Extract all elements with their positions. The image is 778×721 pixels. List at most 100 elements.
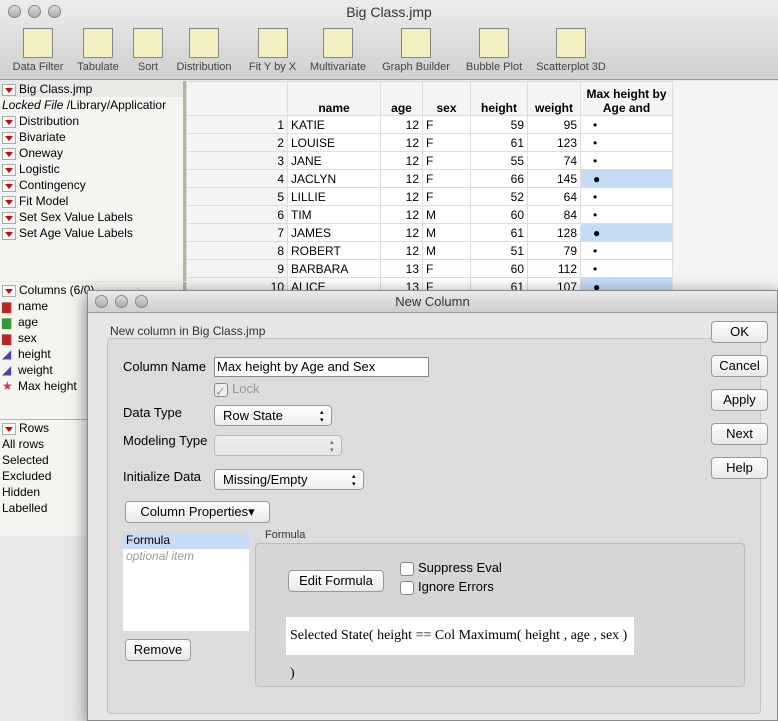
script-item[interactable]: Bivariate <box>0 129 183 145</box>
table-row[interactable]: 8 ROBERT 12 M 51 79 • <box>186 241 673 260</box>
column-header[interactable]: name <box>287 81 381 116</box>
cell[interactable]: 145 <box>527 169 581 188</box>
table-row[interactable]: 6 TIM 12 M 60 84 • <box>186 205 673 224</box>
red-triangle-icon[interactable] <box>2 163 16 176</box>
next-button[interactable]: Next <box>711 423 768 445</box>
cell[interactable]: 12 <box>380 151 423 170</box>
toolbar-sort[interactable]: Sort <box>131 28 165 73</box>
cell[interactable]: 84 <box>527 205 581 224</box>
ok-button[interactable]: OK <box>711 321 768 343</box>
column-header[interactable]: height <box>470 81 528 116</box>
cell[interactable]: 95 <box>527 115 581 134</box>
cell[interactable]: • <box>580 151 673 170</box>
table-row[interactable]: 9 BARBARA 13 F 60 112 • <box>186 259 673 278</box>
cell[interactable]: M <box>422 241 471 260</box>
script-item[interactable]: Distribution <box>0 113 183 129</box>
red-triangle-icon[interactable] <box>2 115 16 128</box>
red-triangle-icon[interactable] <box>2 211 16 224</box>
cell[interactable]: 123 <box>527 133 581 152</box>
row-number[interactable]: 8 <box>186 241 288 260</box>
apply-button[interactable]: Apply <box>711 389 768 411</box>
row-number[interactable]: 4 <box>186 169 288 188</box>
toolbar-bubble-plot[interactable]: Bubble Plot <box>462 28 526 73</box>
cell[interactable]: LILLIE <box>287 187 381 206</box>
dialog-zoom-button[interactable] <box>135 295 148 308</box>
script-item[interactable]: Set Age Value Labels <box>0 225 183 241</box>
table-row[interactable]: 1 KATIE 12 F 59 95 • <box>186 115 673 134</box>
row-number[interactable]: 1 <box>186 115 288 134</box>
column-name-input[interactable]: Max height by Age and Sex <box>214 357 429 377</box>
row-number[interactable]: 2 <box>186 133 288 152</box>
cell[interactable]: 61 <box>470 133 528 152</box>
property-formula[interactable]: Formula <box>123 533 249 549</box>
cell[interactable]: 51 <box>470 241 528 260</box>
cell[interactable]: 60 <box>470 205 528 224</box>
red-triangle-icon[interactable] <box>2 131 16 144</box>
row-number[interactable]: 7 <box>186 223 288 242</box>
cell[interactable]: 12 <box>380 223 423 242</box>
cell[interactable]: 60 <box>470 259 528 278</box>
cell[interactable]: 112 <box>527 259 581 278</box>
cell[interactable]: 79 <box>527 241 581 260</box>
cell[interactable]: BARBARA <box>287 259 381 278</box>
table-row[interactable]: 4 JACLYN 12 F 66 145 ● <box>186 169 673 188</box>
red-triangle-icon[interactable] <box>2 83 16 96</box>
script-item[interactable]: Fit Model <box>0 193 183 209</box>
row-header-corner[interactable] <box>186 81 288 116</box>
cell[interactable]: F <box>422 187 471 206</box>
cell[interactable]: 13 <box>380 259 423 278</box>
dialog-close-button[interactable] <box>95 295 108 308</box>
edit-formula-button[interactable]: Edit Formula <box>288 570 384 592</box>
cell[interactable]: 61 <box>470 223 528 242</box>
cell[interactable]: 55 <box>470 151 528 170</box>
ignore-errors-checkbox[interactable]: Ignore Errors <box>400 579 494 595</box>
red-triangle-icon[interactable] <box>2 284 16 297</box>
cell[interactable]: F <box>422 115 471 134</box>
column-properties-button[interactable]: Column Properties▾ <box>125 501 270 523</box>
toolbar-fit-y-by-x[interactable]: Fit Y by X <box>245 28 300 73</box>
script-item[interactable]: Set Sex Value Labels <box>0 209 183 225</box>
table-row[interactable]: 2 LOUISE 12 F 61 123 • <box>186 133 673 152</box>
cell[interactable]: 59 <box>470 115 528 134</box>
cell[interactable]: M <box>422 205 471 224</box>
column-header[interactable]: age <box>380 81 423 116</box>
cell[interactable]: • <box>580 241 673 260</box>
modeling-type-select[interactable] <box>214 435 342 456</box>
row-number[interactable]: 6 <box>186 205 288 224</box>
cell[interactable]: M <box>422 223 471 242</box>
cell[interactable]: ROBERT <box>287 241 381 260</box>
row-number[interactable]: 9 <box>186 259 288 278</box>
cell[interactable]: LOUISE <box>287 133 381 152</box>
row-number[interactable]: 3 <box>186 151 288 170</box>
cell[interactable]: 12 <box>380 187 423 206</box>
cancel-button[interactable]: Cancel <box>711 355 768 377</box>
dialog-minimize-button[interactable] <box>115 295 128 308</box>
cell[interactable]: 12 <box>380 169 423 188</box>
table-row[interactable]: 3 JANE 12 F 55 74 • <box>186 151 673 170</box>
red-triangle-icon[interactable] <box>2 422 16 435</box>
toolbar-multivariate[interactable]: Multivariate <box>306 28 370 73</box>
cell[interactable]: • <box>580 259 673 278</box>
data-type-select[interactable]: Row State <box>214 405 332 426</box>
red-triangle-icon[interactable] <box>2 195 16 208</box>
initialize-data-select[interactable]: Missing/Empty <box>214 469 364 490</box>
table-name-header[interactable]: Big Class.jmp <box>0 81 183 97</box>
cell[interactable]: JANE <box>287 151 381 170</box>
table-row[interactable]: 7 JAMES 12 M 61 128 ● <box>186 223 673 242</box>
cell[interactable]: 52 <box>470 187 528 206</box>
row-number[interactable]: 5 <box>186 187 288 206</box>
cell[interactable]: 12 <box>380 133 423 152</box>
cell[interactable]: KATIE <box>287 115 381 134</box>
cell[interactable]: 66 <box>470 169 528 188</box>
script-item[interactable]: Contingency <box>0 177 183 193</box>
formula-display[interactable]: Selected State( height == Col Maximum( h… <box>286 617 634 681</box>
cell[interactable]: F <box>422 133 471 152</box>
cell[interactable]: F <box>422 169 471 188</box>
cell[interactable]: F <box>422 151 471 170</box>
red-triangle-icon[interactable] <box>2 147 16 160</box>
cell[interactable]: 128 <box>527 223 581 242</box>
suppress-eval-checkbox[interactable]: Suppress Eval <box>400 560 502 576</box>
help-button[interactable]: Help <box>711 457 768 479</box>
cell[interactable]: TIM <box>287 205 381 224</box>
toolbar-scatterplot-3d[interactable]: Scatterplot 3D <box>531 28 611 73</box>
